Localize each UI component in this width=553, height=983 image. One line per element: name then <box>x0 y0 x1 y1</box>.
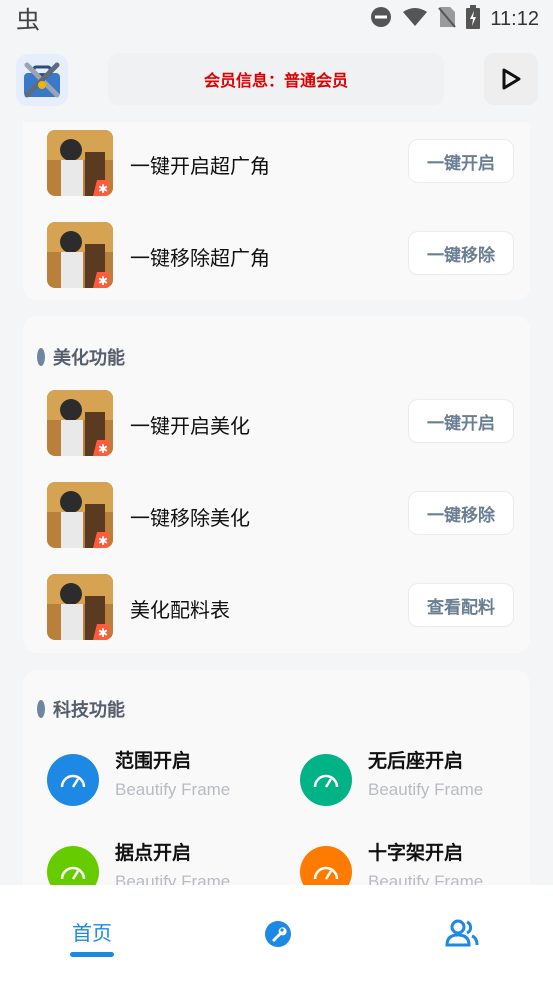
section-title: 美化功能 <box>37 344 125 370</box>
toolbox-icon <box>24 62 60 98</box>
tech-item-title: 据点开启 <box>115 842 192 864</box>
member-info-box: 会员信息：普通会员 <box>108 53 444 105</box>
game-thumbnail: ✱ <box>47 574 113 640</box>
battery-charging-icon <box>466 5 481 33</box>
tech-item-subtitle: Beautify Frame <box>115 780 231 799</box>
list-item: ✱ 一键移除超广角 一键移除 <box>23 220 530 290</box>
tech-card: 科技功能 范围开启 Beautify Frame 无后座开启 Beautify … <box>23 670 530 885</box>
svg-text:虫: 虫 <box>16 6 40 34</box>
tech-item-subtitle: Beautify Frame <box>368 780 484 799</box>
tech-item-range[interactable]: 范围开启 Beautify Frame <box>47 746 267 816</box>
bottom-nav: 首页 <box>0 885 553 983</box>
leaf-icon <box>37 700 45 718</box>
app-header: 会员信息：普通会员 <box>0 38 553 122</box>
section-title-text: 美化功能 <box>53 348 125 369</box>
remove-wide-angle-button[interactable]: 一键移除 <box>408 231 514 275</box>
tech-item-stronghold[interactable]: 据点开启 Beautify Frame <box>47 838 267 885</box>
status-time: 11:12 <box>490 7 539 30</box>
game-thumbnail: ✱ <box>47 130 113 196</box>
status-bar: 虫 11:12 <box>0 0 553 38</box>
svg-text:✱: ✱ <box>98 442 108 456</box>
no-sim-icon <box>438 6 457 32</box>
game-thumbnail: ✱ <box>47 482 113 548</box>
member-info-text: 会员信息：普通会员 <box>203 71 348 90</box>
tech-item-crosshair[interactable]: 十字架开启 Beautify Frame <box>300 838 520 885</box>
tech-item-subtitle: Beautify Frame <box>368 872 484 885</box>
do-not-disturb-icon <box>370 6 392 32</box>
svg-text:✱: ✱ <box>98 626 108 640</box>
leaf-icon <box>37 348 45 366</box>
speedometer-icon <box>47 846 99 885</box>
nav-home-tab[interactable]: 首页 <box>62 905 122 965</box>
bug-icon: 虫 <box>14 4 44 34</box>
main-content[interactable]: ✱ 一键开启超广角 一键开启 ✱ 一键移除超广角 一键移除 美化功能 ✱ 一键开… <box>0 122 553 885</box>
beautify-card: 美化功能 ✱ 一键开启美化 一键开启 ✱ 一键移除美化 一键移除 ✱ 美化配料表… <box>23 316 530 653</box>
row-label: 美化配料表 <box>130 598 230 622</box>
enable-wide-angle-button[interactable]: 一键开启 <box>408 139 514 183</box>
svg-text:✱: ✱ <box>98 534 108 548</box>
svg-text:✱: ✱ <box>98 274 108 288</box>
section-title-text: 科技功能 <box>53 700 125 721</box>
users-icon <box>445 919 479 947</box>
row-label: 一键开启美化 <box>130 414 250 438</box>
tech-item-title: 范围开启 <box>115 750 192 772</box>
speedometer-icon <box>300 754 352 806</box>
nav-home-label: 首页 <box>72 921 112 945</box>
list-item: ✱ 美化配料表 查看配料 <box>23 572 530 642</box>
nav-users-tab[interactable] <box>442 919 482 979</box>
speedometer-icon <box>47 754 99 806</box>
app-logo[interactable] <box>16 54 68 106</box>
row-label: 一键移除超广角 <box>130 246 270 270</box>
speedometer-icon <box>300 846 352 885</box>
list-item: ✱ 一键移除美化 一键移除 <box>23 480 530 550</box>
active-tab-indicator <box>70 952 114 957</box>
wrench-icon <box>265 921 291 947</box>
row-label: 一键移除美化 <box>130 506 250 530</box>
remove-beautify-button[interactable]: 一键移除 <box>408 491 514 535</box>
game-thumbnail: ✱ <box>47 390 113 456</box>
view-ingredients-button[interactable]: 查看配料 <box>408 583 514 627</box>
play-button[interactable] <box>484 53 538 105</box>
section-title: 科技功能 <box>37 696 125 722</box>
tech-item-no-recoil[interactable]: 无后座开启 Beautify Frame <box>300 746 520 816</box>
tech-item-title: 无后座开启 <box>368 750 464 772</box>
tech-item-title: 十字架开启 <box>368 842 464 864</box>
row-label: 一键开启超广角 <box>130 154 270 178</box>
tech-item-subtitle: Beautify Frame <box>115 872 231 885</box>
list-item: ✱ 一键开启超广角 一键开启 <box>23 128 530 198</box>
wide-angle-card: ✱ 一键开启超广角 一键开启 ✱ 一键移除超广角 一键移除 <box>23 122 530 300</box>
play-icon <box>502 68 521 90</box>
nav-tools-tab[interactable] <box>258 919 298 979</box>
svg-text:✱: ✱ <box>98 182 108 196</box>
list-item: ✱ 一键开启美化 一键开启 <box>23 388 530 458</box>
wifi-icon <box>402 7 428 31</box>
game-thumbnail: ✱ <box>47 222 113 288</box>
enable-beautify-button[interactable]: 一键开启 <box>408 399 514 443</box>
